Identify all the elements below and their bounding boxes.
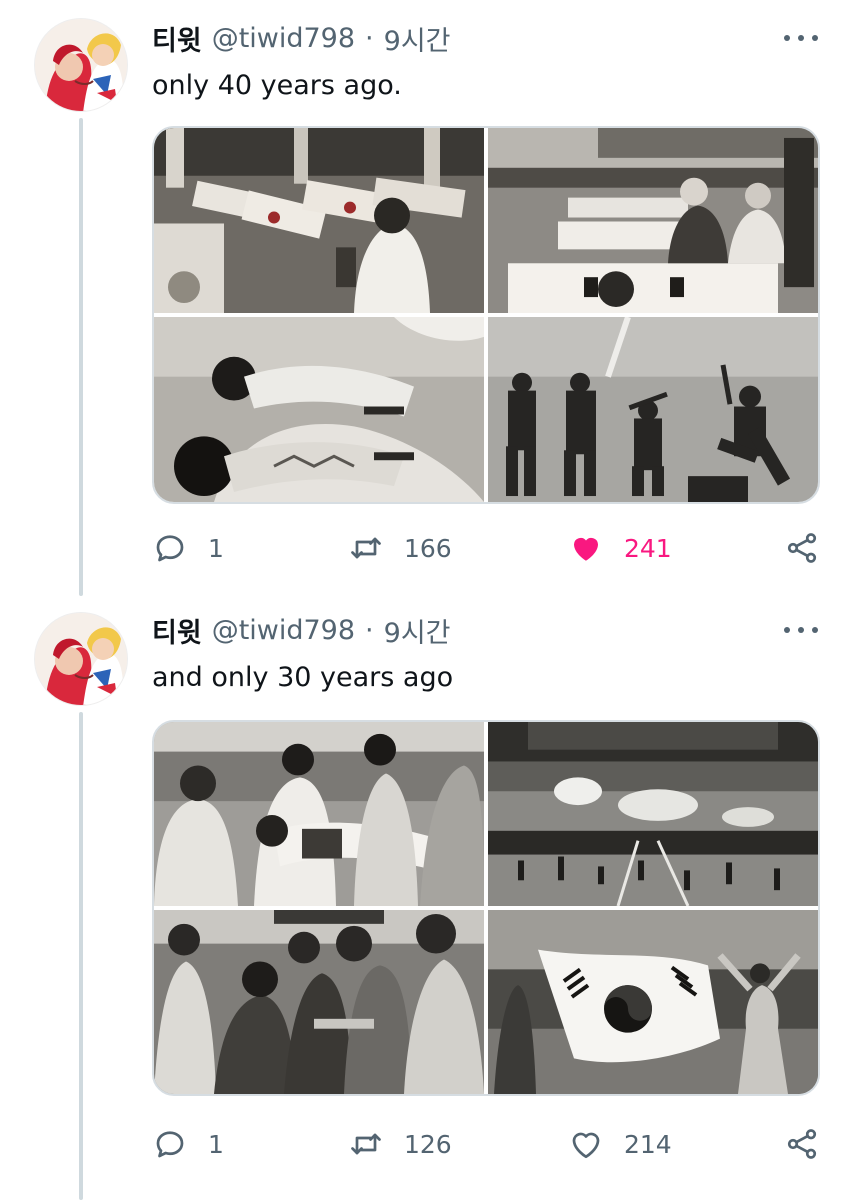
photo-flag-protest[interactable] (488, 910, 818, 1094)
reply-bubble-icon (156, 1131, 184, 1158)
like-count: 241 (624, 533, 672, 563)
reply-button[interactable]: 1 (152, 1124, 224, 1164)
more-dots-icon[interactable] (784, 618, 818, 642)
separator-dot: · (365, 614, 374, 646)
tweet-actions: 1 166 241 (152, 528, 822, 568)
share-nodes-icon (787, 533, 817, 563)
avatar[interactable] (34, 18, 128, 112)
retweet-count: 126 (404, 1129, 452, 1159)
tweet-actions: 1 126 214 (152, 1124, 822, 1164)
photo-tear-gas-street[interactable] (488, 722, 818, 906)
photo-carrying-injured[interactable] (154, 722, 484, 906)
tweet[interactable]: 티윗 @tiwid798 · 9시간 only 40 years ago. 1 … (0, 0, 852, 596)
tweet-header: 티윗 @tiwid798 · 9시간 (152, 18, 451, 58)
separator-dot: · (365, 22, 374, 54)
media-grid[interactable] (152, 126, 820, 504)
retweet-arrows-icon (351, 537, 381, 559)
tweet[interactable]: 티윗 @tiwid798 · 9시간 and only 30 years ago (0, 596, 852, 1200)
share-button[interactable] (784, 1124, 820, 1164)
like-button[interactable]: 241 (568, 528, 672, 568)
media-grid[interactable] (152, 720, 820, 1096)
more-dots-icon[interactable] (784, 26, 818, 50)
reply-count: 1 (208, 533, 224, 563)
tweet-text: only 40 years ago. (152, 70, 402, 101)
timestamp[interactable]: 9시간 (384, 19, 451, 58)
like-count: 214 (624, 1129, 672, 1159)
display-name[interactable]: 티윗 (152, 611, 202, 650)
tweet-text: and only 30 years ago (152, 662, 454, 693)
photo-riot-police-arrest[interactable] (154, 910, 484, 1094)
photo-soldiers-street[interactable] (488, 317, 818, 502)
photo-detained-people[interactable] (154, 317, 484, 502)
reply-button[interactable]: 1 (152, 528, 224, 568)
share-button[interactable] (784, 528, 820, 568)
heart-icon (572, 1132, 600, 1159)
retweet-button[interactable]: 166 (348, 528, 452, 568)
like-button[interactable]: 214 (568, 1124, 672, 1164)
retweet-button[interactable]: 126 (348, 1124, 452, 1164)
reply-count: 1 (208, 1129, 224, 1159)
reply-bubble-icon (156, 535, 184, 562)
user-handle[interactable]: @tiwid798 (212, 23, 355, 54)
display-name[interactable]: 티윗 (152, 19, 202, 58)
heart-icon (574, 537, 598, 561)
user-handle[interactable]: @tiwid798 (212, 615, 355, 646)
avatar[interactable] (34, 612, 128, 706)
retweet-count: 166 (404, 533, 452, 563)
share-nodes-icon (787, 1129, 817, 1159)
tweet-header: 티윗 @tiwid798 · 9시간 (152, 610, 451, 650)
retweet-arrows-icon (351, 1133, 381, 1155)
photo-mourners-coffins[interactable] (488, 128, 818, 313)
photo-coffins-hall[interactable] (154, 128, 484, 313)
timestamp[interactable]: 9시간 (384, 611, 451, 650)
